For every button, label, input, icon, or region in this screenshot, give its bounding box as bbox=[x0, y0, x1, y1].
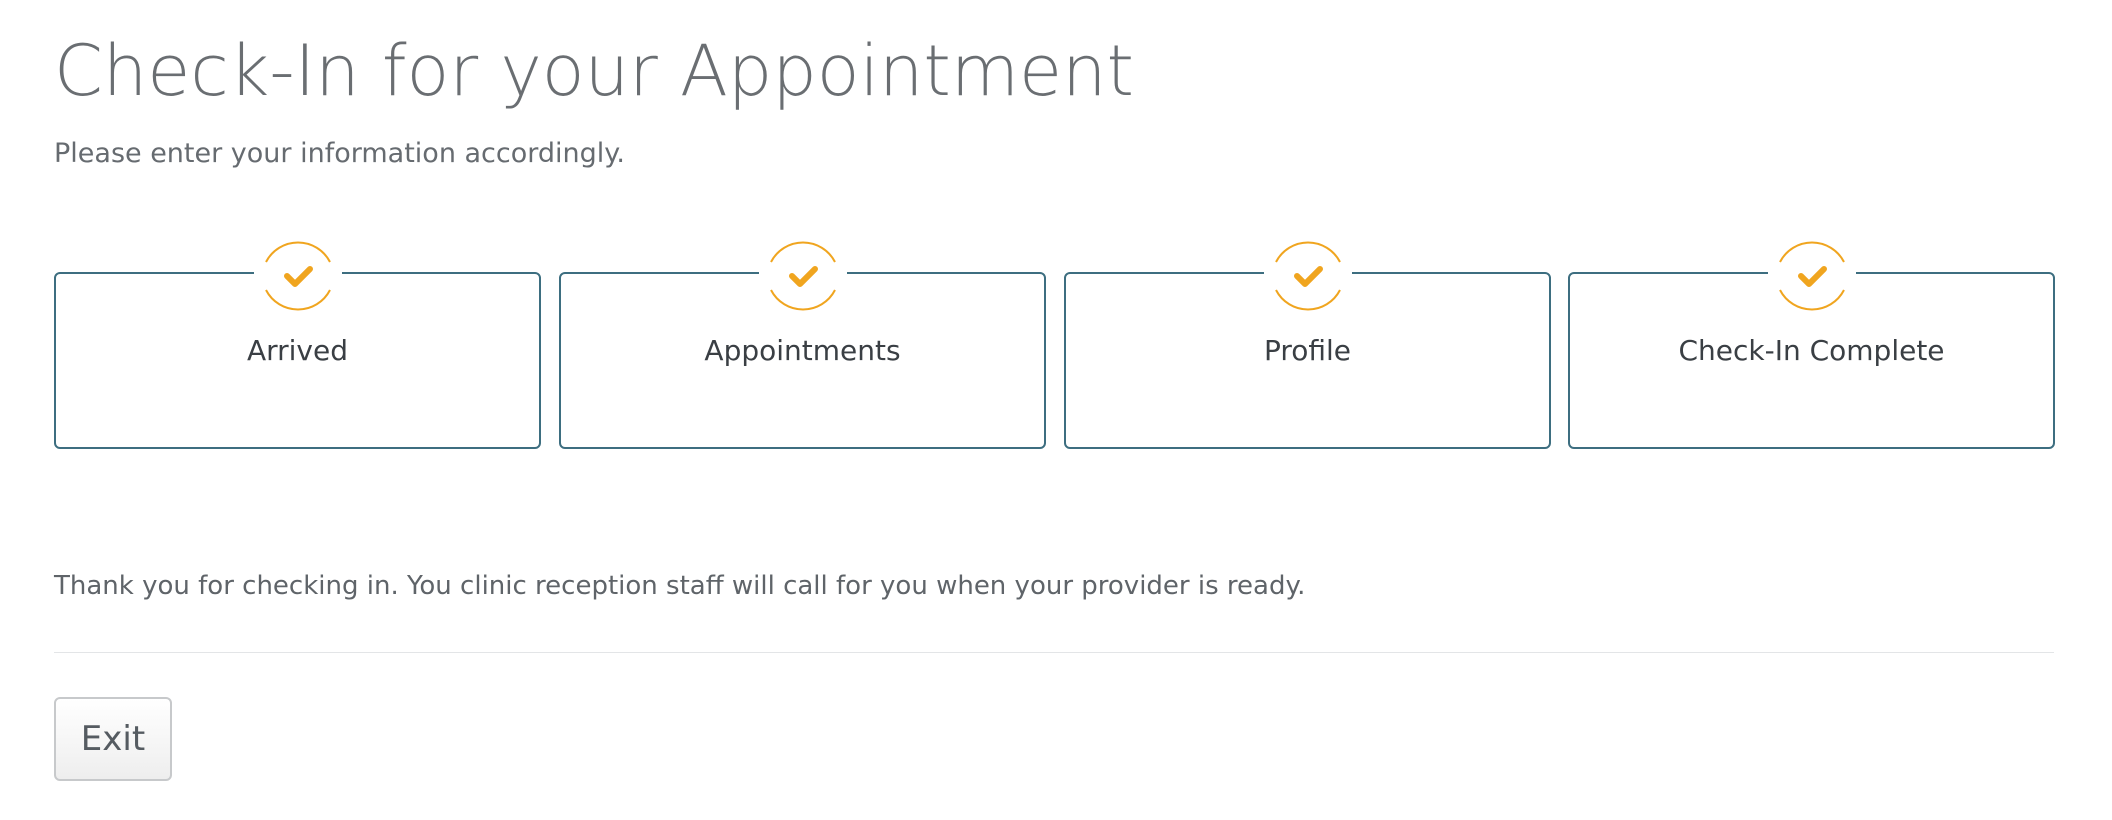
check-in-progress-steps: Arrived Appointments Profile Check-In Co… bbox=[54, 232, 2055, 450]
step-arrived-checkmark-icon bbox=[253, 232, 342, 320]
step-appointments: Appointments bbox=[559, 232, 1046, 449]
step-profile-checkmark-icon bbox=[1263, 232, 1352, 320]
step-label: Appointments bbox=[704, 334, 901, 367]
step-arrived: Arrived bbox=[54, 232, 541, 449]
step-label: Check-In Complete bbox=[1678, 334, 1945, 367]
page-subtitle: Please enter your information accordingl… bbox=[54, 138, 625, 169]
page-title: Check-In for your Appointment bbox=[54, 30, 1134, 112]
step-appointments-checkmark-icon bbox=[758, 232, 847, 320]
step-profile: Profile bbox=[1064, 232, 1551, 449]
exit-button[interactable]: Exit bbox=[54, 697, 172, 781]
step-label: Profile bbox=[1263, 334, 1352, 367]
step-check-in-complete: Check-In Complete bbox=[1568, 232, 2055, 449]
step-label: Arrived bbox=[246, 334, 349, 367]
step-check-in-complete-checkmark-icon bbox=[1767, 232, 1856, 320]
divider bbox=[54, 652, 2054, 653]
confirmation-message: Thank you for checking in. You clinic re… bbox=[54, 571, 1306, 601]
